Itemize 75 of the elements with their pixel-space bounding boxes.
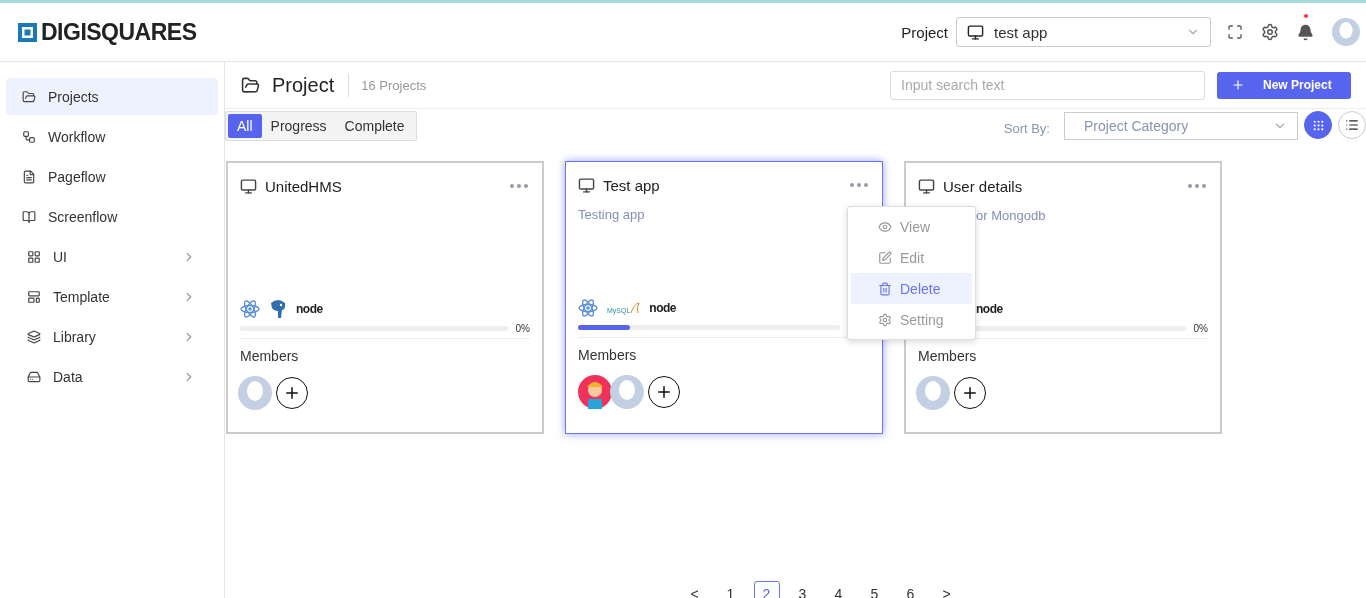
filter-tab[interactable]: All [228,114,262,138]
members-label: Members [240,348,300,364]
atom-icon [578,298,598,318]
add-member-button[interactable] [954,377,986,409]
sidebar-item[interactable]: Projects [6,78,218,115]
list-icon [1345,118,1359,132]
card-title: UnitedHMS [265,177,343,195]
sort-label: Sort By: [1003,121,1050,136]
layers-icon [27,329,41,344]
monitor-icon [918,177,935,195]
drive-icon [27,369,41,384]
grid-view-button[interactable] [1304,111,1332,139]
progress-percent: 0% [515,322,530,334]
elephant-icon [269,299,287,319]
members-label: Members [578,347,638,363]
more-icon[interactable] [510,184,528,188]
atom-icon [240,299,260,319]
project-label: Project [901,23,948,41]
folder-icon [22,89,36,104]
avatar [238,376,272,410]
card-title: Test app [603,176,661,194]
eye-icon [878,219,892,234]
trash-icon [878,281,892,296]
brand-name: DIGISQUARES [41,18,197,46]
project-card[interactable]: UnitedHMS node 0% Members [226,161,544,434]
sidebar-item[interactable]: Library [6,318,218,355]
settings-icon[interactable] [1261,23,1279,41]
node-logo: node [649,301,676,315]
monitor-icon [967,23,984,41]
more-icon[interactable] [1188,184,1206,188]
avatar [610,375,644,409]
notification-icon[interactable] [1297,13,1314,41]
project-select[interactable]: test app [956,17,1211,47]
sidebar-item[interactable]: Template [6,278,218,315]
page-title: Project [272,73,350,97]
card-title: User details [943,177,1024,195]
sidebar-item[interactable]: Data [6,358,218,395]
filter-tab[interactable]: Progress [261,114,336,138]
monitor-icon [240,177,257,195]
flowchart-icon [22,129,36,144]
plus-icon [283,384,301,402]
grid-icon [27,249,41,264]
sidebar-item[interactable]: UI [6,238,218,275]
dots-grid-icon [1311,118,1325,132]
sidebar-item[interactable]: Screenflow [6,198,218,235]
avatar [578,375,612,409]
progress-percent: 0% [1193,322,1208,334]
logo-icon [18,22,37,42]
new-project-button[interactable]: New Project [1217,71,1351,99]
gear-icon [878,312,892,327]
members-label: Members [918,348,978,364]
plus-icon [1231,78,1245,92]
node-logo: node [976,302,1003,316]
add-member-button[interactable] [276,377,308,409]
template-icon [27,289,41,304]
edit-icon [878,250,892,265]
document-icon [22,169,36,184]
sidebar-item[interactable]: Pageflow [6,158,218,195]
filter-tab[interactable]: Complete [335,114,414,138]
search-field[interactable]: Input search text [890,70,1205,100]
plus-icon [655,383,673,401]
plus-icon [961,384,979,402]
add-member-button[interactable] [648,376,680,408]
sidebar-item[interactable]: Workflow [6,118,218,155]
folder-icon [241,75,260,95]
project-count: 16 Projects [361,77,428,93]
card-description: Testing app [578,207,645,222]
node-logo: node [296,302,323,316]
fullscreen-icon[interactable] [1227,24,1243,40]
book-icon [22,209,36,224]
avatar [916,376,950,410]
card-description: or Mongodb [976,208,1046,223]
list-view-button[interactable] [1338,111,1366,139]
more-icon[interactable] [850,183,868,187]
monitor-icon [578,176,595,194]
